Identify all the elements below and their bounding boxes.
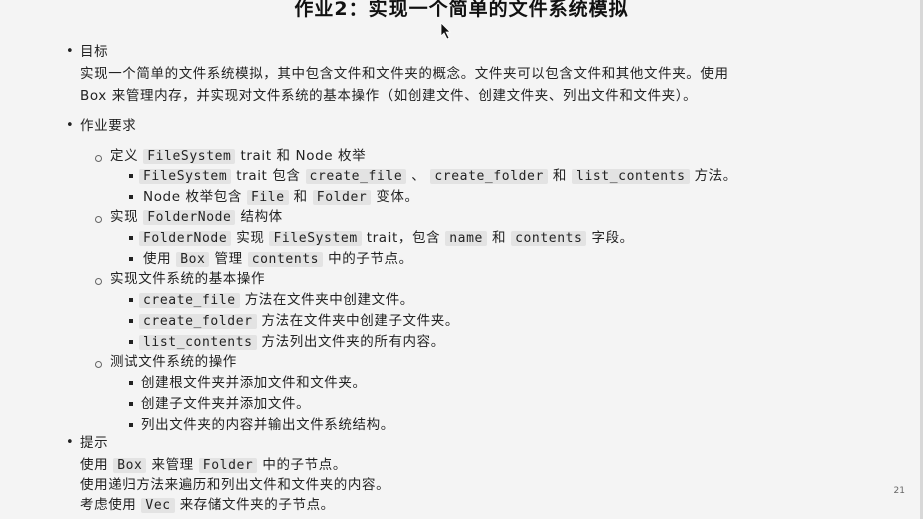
bullet-dot: • — [66, 118, 74, 133]
req-implement-sub1: FolderNode 实现 FileSystem trait，包含 name 和 conte… — [139, 228, 634, 249]
page-number: 21 — [893, 486, 905, 496]
mouse-cursor-icon — [440, 22, 451, 40]
tips-line2: 使用递归方法来遍历和列出文件和文件夹的内容。 — [80, 477, 391, 493]
goal-text-line1: 实现一个简单的文件系统模拟，其中包含文件和文件夹的概念。文件夹可以包含文件和其他… — [80, 66, 729, 82]
square-bullet-icon — [129, 298, 133, 302]
hollow-bullet-icon — [95, 361, 102, 368]
req-basic-ops-sub1: create_file 方法在文件夹中创建文件。 — [139, 290, 414, 311]
bullet-dot: • — [66, 435, 74, 450]
tips-heading: 提示 — [80, 435, 109, 451]
square-bullet-icon — [129, 402, 133, 406]
req-test-sub2: 创建子文件夹并添加文件。 — [141, 396, 311, 412]
square-bullet-icon — [129, 423, 133, 427]
req-test-sub1: 创建根文件夹并添加文件和文件夹。 — [141, 375, 367, 391]
square-bullet-icon — [129, 257, 133, 261]
square-bullet-icon — [129, 340, 133, 344]
square-bullet-icon — [129, 236, 133, 240]
goal-text-line2: Box 来管理内存，并实现对文件系统的基本操作（如创建文件、创建文件夹、列出文件… — [80, 88, 698, 104]
square-bullet-icon — [129, 319, 133, 323]
req-basic-ops-sub2: create_folder 方法在文件夹中创建子文件夹。 — [139, 311, 459, 332]
req-implement-item: 实现 FolderNode 结构体 — [110, 209, 283, 225]
req-define-sub1: FileSystem trait 包含 create_file、 create_fol… — [139, 166, 737, 187]
req-test-sub3: 列出文件夹的内容并输出文件系统结构。 — [141, 417, 395, 433]
req-define-item: 定义 FileSystem trait 和 Node 枚举 — [110, 148, 367, 164]
tips-line1: 使用 Box 来管理 Folder 中的子节点。 — [80, 457, 347, 473]
square-bullet-icon — [129, 195, 133, 199]
req-define-sub2: Node 枚举包含 File 和 Folder 变体。 — [143, 189, 419, 205]
tips-line3: 考虑使用 Vec 来存储文件夹的子节点。 — [80, 497, 335, 513]
square-bullet-icon — [129, 381, 133, 385]
req-implement-sub2: 使用 Box 管理 contents 中的子节点。 — [143, 251, 413, 267]
hollow-bullet-icon — [95, 216, 102, 223]
square-bullet-icon — [129, 174, 133, 178]
bullet-dot: • — [66, 44, 74, 59]
slide: 作业2：实现一个简单的文件系统模拟 • 目标 实现一个简单的文件系统模拟，其中包… — [0, 0, 923, 519]
requirements-heading: 作业要求 — [80, 118, 137, 134]
goal-heading: 目标 — [80, 44, 109, 60]
req-basic-ops-item: 实现文件系统的基本操作 — [110, 271, 266, 287]
hollow-bullet-icon — [95, 278, 102, 285]
slide-title: 作业2：实现一个简单的文件系统模拟 — [294, 0, 629, 20]
req-test-item: 测试文件系统的操作 — [110, 354, 237, 370]
req-basic-ops-sub3: list_contents 方法列出文件夹的所有内容。 — [139, 332, 445, 353]
hollow-bullet-icon — [95, 155, 102, 162]
